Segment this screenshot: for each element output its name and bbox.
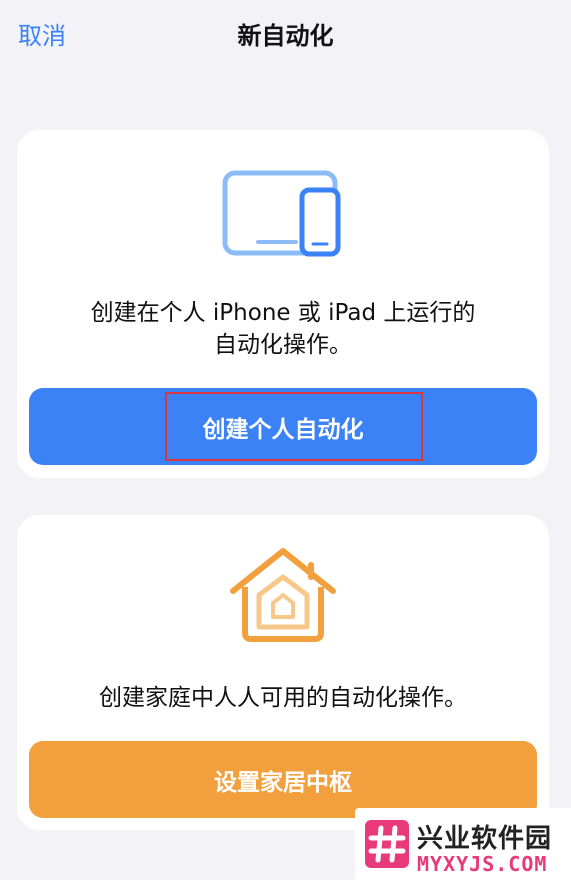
watermark-brand-cn: 兴业软件园 bbox=[417, 824, 553, 854]
watermark-brand-en: MYXYJS.COM bbox=[417, 852, 548, 876]
watermark: 兴业软件园 MYXYJS.COM bbox=[355, 808, 571, 880]
button-label: 设置家居中枢 bbox=[214, 769, 352, 796]
personal-automation-card: 创建在个人 iPhone 或 iPad 上运行的 自动化操作。 创建个人自动化 bbox=[17, 130, 549, 478]
create-personal-automation-button[interactable]: 创建个人自动化 bbox=[29, 388, 537, 465]
home-automation-description: 创建家庭中人人可用的自动化操作。 bbox=[99, 685, 467, 711]
page-title: 新自动化 bbox=[237, 22, 334, 50]
description-line: 创建在个人 iPhone 或 iPad 上运行的 bbox=[90, 300, 476, 326]
description-line: 自动化操作。 bbox=[214, 332, 352, 358]
set-up-home-hub-button[interactable]: 设置家居中枢 bbox=[29, 741, 537, 818]
hash-logo-icon bbox=[365, 820, 409, 868]
personal-automation-description: 创建在个人 iPhone 或 iPad 上运行的 自动化操作。 bbox=[17, 297, 549, 361]
navigation-bar: 取消 新自动化 bbox=[0, 0, 571, 66]
button-label: 创建个人自动化 bbox=[202, 416, 364, 443]
home-icon bbox=[230, 548, 336, 642]
home-automation-card: 创建家庭中人人可用的自动化操作。 设置家居中枢 bbox=[17, 515, 549, 830]
iphone-ipad-icon bbox=[222, 170, 341, 257]
